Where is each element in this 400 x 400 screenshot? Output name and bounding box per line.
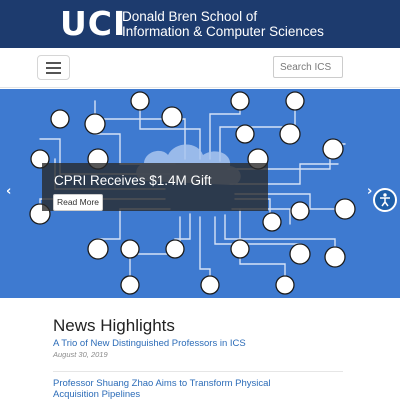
school-name-line1: Donald Bren School of — [122, 9, 258, 24]
laptop-icon — [324, 246, 346, 268]
safe-icon — [120, 275, 140, 295]
news-item-date: August 30, 2019 — [53, 350, 108, 359]
scale-icon — [230, 239, 250, 259]
printer-icon — [161, 106, 183, 128]
news-section: News Highlights A Trio of New Distinguis… — [53, 316, 353, 400]
headphones-icon — [84, 113, 106, 135]
slide-title[interactable]: CPRI Receives $1.4M Gift — [54, 173, 212, 188]
news-divider — [53, 371, 343, 372]
carousel-prev-arrow[interactable]: ‹ — [6, 184, 11, 199]
navbar — [0, 48, 400, 88]
news-item-title[interactable]: A Trio of New Distinguished Professors i… — [53, 338, 353, 349]
news-item-title[interactable]: Professor Shuang Zhao Aims to Transform … — [53, 378, 303, 400]
drill-icon — [120, 239, 140, 259]
school-name[interactable]: Donald Bren School of Information & Comp… — [122, 9, 324, 39]
blender-icon — [50, 109, 70, 129]
read-more-button[interactable]: Read More — [53, 194, 103, 211]
school-name-line2: Information & Computer Sciences — [122, 24, 324, 39]
airplane-icon — [87, 238, 109, 260]
site-header: UCI Donald Bren School of Information & … — [0, 0, 400, 48]
accessibility-icon[interactable] — [373, 188, 397, 212]
lamp-icon — [285, 91, 305, 111]
monitor-icon — [279, 123, 301, 145]
carousel-next-arrow[interactable]: › — [367, 184, 372, 199]
hamburger-icon — [46, 67, 61, 69]
thermometer-icon — [334, 198, 356, 220]
hamburger-icon — [46, 62, 61, 64]
tablet-icon — [275, 275, 295, 295]
news-heading: News Highlights — [53, 316, 175, 335]
search-input[interactable] — [273, 56, 343, 78]
microphone-icon — [230, 91, 250, 111]
washer-icon — [235, 124, 255, 144]
alarm-clock-icon — [200, 275, 220, 295]
car-icon — [322, 138, 344, 160]
phone-icon — [289, 243, 311, 265]
menu-toggle-button[interactable] — [37, 55, 70, 80]
watch-icon — [262, 212, 282, 232]
hamburger-icon — [46, 72, 61, 74]
accessibility-figure — [380, 193, 390, 207]
speaker-icon — [165, 239, 185, 259]
camera-icon — [130, 91, 150, 111]
tool-icon — [290, 201, 310, 221]
uci-logo[interactable]: UCI — [60, 6, 126, 42]
